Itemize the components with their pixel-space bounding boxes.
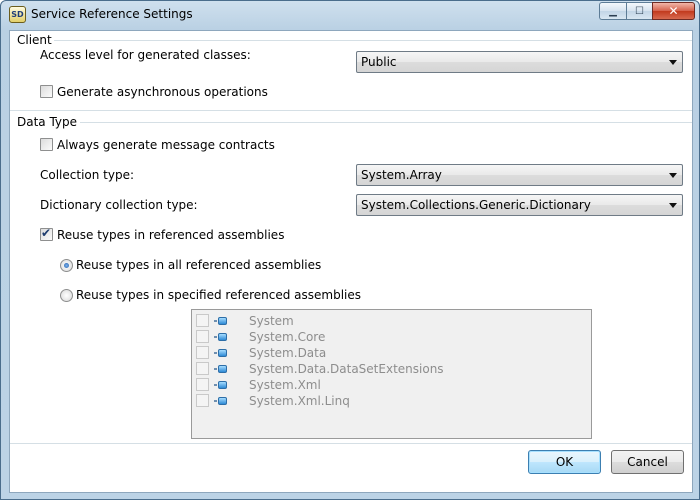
async-operations-label: Generate asynchronous operations [57,85,268,99]
close-icon: ✕ [668,4,679,18]
reuse-types-checkbox[interactable] [40,226,53,241]
ok-button[interactable]: OK [528,450,601,474]
minimize-button[interactable]: ▁ [599,2,626,20]
title-bar[interactable]: SD Service Reference Settings ▁ ☐ ✕ [1,1,700,29]
maximize-button[interactable]: ☐ [626,2,652,20]
collection-type-dropdown[interactable]: System.Array [356,164,683,186]
list-item[interactable]: System.Core [192,329,591,345]
reuse-specified-radio[interactable] [60,289,73,302]
message-contracts-label: Always generate message contracts [57,138,275,152]
assembly-reference-icon [214,380,228,390]
dialog-window: SD Service Reference Settings ▁ ☐ ✕ Clie… [0,0,700,500]
list-item[interactable]: System.Data.DataSetExtensions [192,361,591,377]
dictionary-type-dropdown[interactable]: System.Collections.Generic.Dictionary [356,194,683,216]
collection-type-label: Collection type: [40,168,135,182]
close-button[interactable]: ✕ [652,2,695,20]
reuse-specified-label: Reuse types in specified referenced asse… [76,288,361,302]
assembly-reference-icon [214,316,228,326]
message-contracts-checkbox[interactable] [40,138,53,151]
assembly-reference-icon [214,348,228,358]
list-item[interactable]: System [192,313,591,329]
assembly-name: System.Core [249,330,326,344]
data-type-group-divider [80,122,692,123]
assembly-checkbox[interactable] [196,378,209,391]
minimize-icon: ▁ [609,5,617,17]
assembly-checkbox[interactable] [196,346,209,359]
assembly-name: System.Data [249,346,327,360]
assembly-name: System.Xml.Linq [249,394,350,408]
window-title: Service Reference Settings [31,7,193,21]
app-icon: SD [9,6,26,23]
assemblies-list[interactable]: System System.Core System.Data System.Da… [191,309,592,439]
dictionary-type-value: System.Collections.Generic.Dictionary [361,198,591,212]
assembly-reference-icon [214,332,228,342]
chevron-down-icon [669,173,677,178]
dictionary-type-label: Dictionary collection type: [40,198,198,212]
footer-separator [10,443,692,444]
access-level-dropdown[interactable]: Public [356,51,683,73]
chevron-down-icon [669,60,677,65]
assembly-name: System [249,314,294,328]
assembly-checkbox[interactable] [196,330,209,343]
list-item[interactable]: System.Xml.Linq [192,393,591,409]
assembly-checkbox[interactable] [196,362,209,375]
list-item[interactable]: System.Data [192,345,591,361]
caption-buttons: ▁ ☐ ✕ [599,2,695,20]
assembly-checkbox[interactable] [196,394,209,407]
access-level-value: Public [361,55,397,69]
list-item[interactable]: System.Xml [192,377,591,393]
assembly-checkbox[interactable] [196,314,209,327]
cancel-button[interactable]: Cancel [611,450,684,474]
async-operations-checkbox[interactable] [40,85,53,98]
maximize-icon: ☐ [635,5,644,17]
assembly-reference-icon [214,396,228,406]
client-group-label: Client [17,33,54,47]
reuse-all-label: Reuse types in all referenced assemblies [76,258,322,272]
collection-type-value: System.Array [361,168,442,182]
data-type-group-label: Data Type [17,115,80,129]
assembly-name: System.Data.DataSetExtensions [249,362,444,376]
section-separator [10,110,692,111]
reuse-types-label: Reuse types in referenced assemblies [57,228,285,242]
assembly-reference-icon [214,364,228,374]
client-group-divider [50,40,692,41]
reuse-all-radio[interactable] [60,259,73,272]
access-level-label: Access level for generated classes: [40,48,251,62]
assembly-name: System.Xml [249,378,321,392]
chevron-down-icon [669,203,677,208]
dialog-content: Client Access level for generated classe… [9,30,693,493]
